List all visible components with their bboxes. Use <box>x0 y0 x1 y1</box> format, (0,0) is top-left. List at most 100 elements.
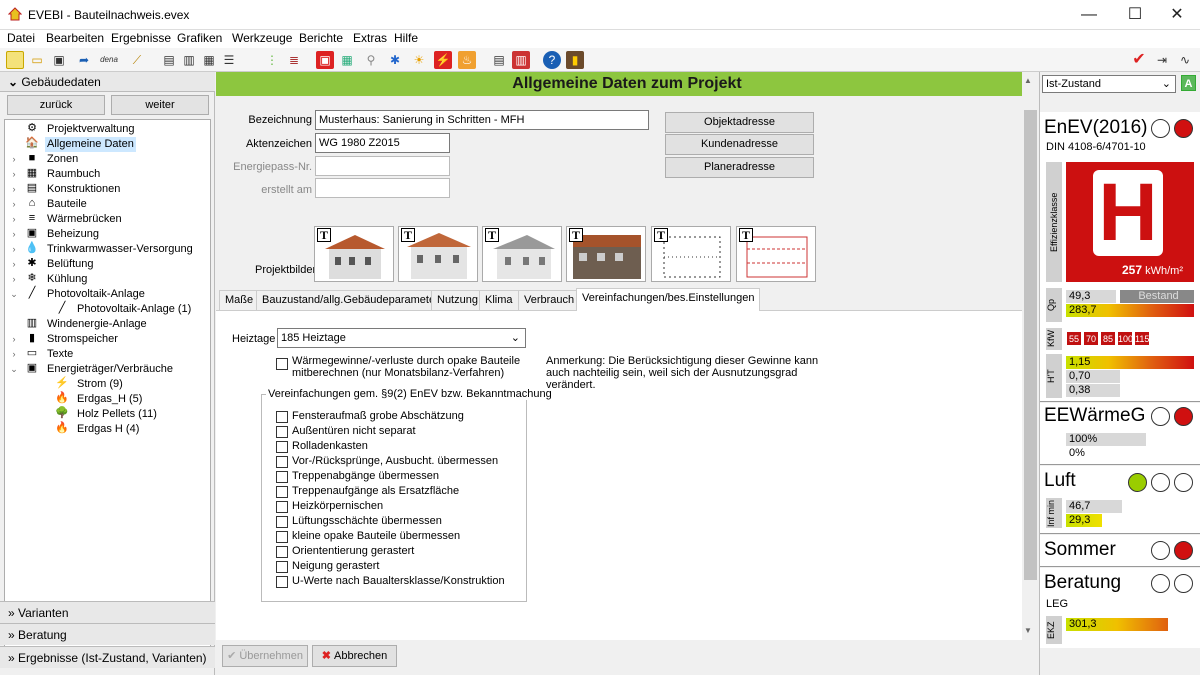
tree-structure-icon[interactable]: ⋮ <box>263 51 281 69</box>
chart-icon[interactable]: ▥ <box>512 51 530 69</box>
document-icon[interactable]: ▤ <box>160 51 178 69</box>
planeradresse-button[interactable]: Planeradresse <box>665 157 814 178</box>
waermegewinne-checkbox[interactable] <box>276 358 288 370</box>
scroll-up-icon[interactable]: ▲ <box>1024 76 1032 85</box>
project-image-4[interactable]: T <box>566 226 646 282</box>
tree-item[interactable]: ⚡ Strom (9) <box>5 377 210 392</box>
objektadresse-button[interactable]: Objektadresse <box>665 112 814 133</box>
tree-expander-icon[interactable]: ⌄ <box>9 362 19 377</box>
menu-datei[interactable]: Datei <box>7 31 35 45</box>
import-icon[interactable]: ⇥ <box>1153 51 1171 69</box>
export-arrow-icon[interactable]: ➦ <box>75 51 93 69</box>
project-image-5[interactable]: T <box>651 226 731 282</box>
simplification-checkbox[interactable] <box>276 471 288 483</box>
bezeichnung-input[interactable]: Musterhaus: Sanierung in Schritten - MFH <box>315 110 649 130</box>
search-icon[interactable]: ⚲ <box>362 51 380 69</box>
bars-icon[interactable]: ≣ <box>285 51 303 69</box>
tree-expander-icon[interactable]: ⌄ <box>9 287 19 302</box>
tree-expander-icon[interactable]: › <box>9 167 19 182</box>
vertical-scrollbar[interactable]: ▲ ▼ <box>1022 72 1039 640</box>
calculator-icon[interactable]: ▮ <box>566 51 584 69</box>
minimize-button[interactable]: — <box>1066 0 1112 30</box>
project-image-3[interactable]: T <box>482 226 562 282</box>
simplification-checkbox[interactable] <box>276 516 288 528</box>
report-icon[interactable]: ▦ <box>200 51 218 69</box>
tree-expander-icon[interactable]: › <box>9 347 19 362</box>
simplification-checkbox[interactable] <box>276 456 288 468</box>
simplification-checkbox[interactable] <box>276 486 288 498</box>
window-red-icon[interactable]: ▣ <box>316 51 334 69</box>
open-folder-icon[interactable]: ▭ <box>28 51 46 69</box>
tree-expander-icon[interactable]: › <box>9 257 19 272</box>
tree-item[interactable]: › ✱ Belüftung <box>5 257 210 272</box>
scroll-down-icon[interactable]: ▼ <box>1024 626 1032 635</box>
sun-icon[interactable]: ☀ <box>410 51 428 69</box>
tree-item[interactable]: ▥ Windenergie-Anlage <box>5 317 210 332</box>
maximize-button[interactable]: ☐ <box>1112 0 1158 30</box>
menu-werkzeuge[interactable]: Werkzeuge <box>232 31 292 45</box>
tree-item[interactable]: 🌳 Holz Pellets (11) <box>5 407 210 422</box>
gebaeudedaten-header[interactable]: ⌄ Gebäudedaten <box>0 72 215 92</box>
project-image-6[interactable]: T <box>736 226 816 282</box>
menu-grafiken[interactable]: Grafiken <box>177 31 222 45</box>
erstellt-input[interactable] <box>315 178 450 198</box>
grid-icon[interactable]: ▦ <box>338 51 356 69</box>
forward-button[interactable]: weiter <box>111 95 209 115</box>
tree-expander-icon[interactable]: › <box>9 212 19 227</box>
simplification-checkbox[interactable] <box>276 411 288 423</box>
menu-extras[interactable]: Extras <box>353 31 387 45</box>
tab-verbrauch[interactable]: Verbrauch <box>518 290 581 310</box>
help-icon[interactable]: ? <box>543 51 561 69</box>
copy-icon[interactable]: ▣ <box>50 51 68 69</box>
list-icon[interactable]: ☰ <box>220 51 238 69</box>
tree-item[interactable]: › ■ Zonen <box>5 152 210 167</box>
simplification-checkbox[interactable] <box>276 546 288 558</box>
menu-berichte[interactable]: Berichte <box>299 31 343 45</box>
energiepass-input[interactable] <box>315 156 450 176</box>
state-badge[interactable]: A <box>1181 75 1196 91</box>
tab-bauzustand[interactable]: Bauzustand/allg.Gebäudeparameter <box>256 290 445 310</box>
tree-item[interactable]: 🔥 Erdgas_H (5) <box>5 392 210 407</box>
project-image-1[interactable]: T <box>314 226 394 282</box>
snowflake-icon[interactable]: ✱ <box>386 51 404 69</box>
uebernehmen-button[interactable]: ✔ Übernehmen <box>222 645 308 667</box>
tree-item[interactable]: › ▦ Raumbuch <box>5 167 210 182</box>
tree-item[interactable]: › ▮ Stromspeicher <box>5 332 210 347</box>
tree-item[interactable]: › ≡ Wärmebrücken <box>5 212 210 227</box>
accordion-ergebnisse[interactable]: » Ergebnisse (Ist-Zustand, Varianten) <box>0 646 215 668</box>
tree-item[interactable]: ╱ Photovoltaik-Anlage (1) <box>5 302 210 317</box>
fire-icon[interactable]: ♨ <box>458 51 476 69</box>
heiztage-select[interactable]: 185 Heiztage ⌄ <box>277 328 526 348</box>
simplification-checkbox[interactable] <box>276 501 288 513</box>
menu-ergebnisse[interactable]: Ergebnisse <box>111 31 171 45</box>
back-button[interactable]: zurück <box>7 95 105 115</box>
simplification-checkbox[interactable] <box>276 426 288 438</box>
tree-expander-icon[interactable]: › <box>9 227 19 242</box>
tree-item[interactable]: › ⌂ Bauteile <box>5 197 210 212</box>
menu-bearbeiten[interactable]: Bearbeiten <box>46 31 104 45</box>
tree-item[interactable]: 🏠 Allgemeine Daten <box>5 137 210 152</box>
accordion-beratung[interactable]: » Beratung <box>0 623 215 645</box>
scroll-thumb[interactable] <box>1024 110 1037 580</box>
tree-item[interactable]: ⌄ ▣ Energieträger/Verbräuche <box>5 362 210 377</box>
tree-item[interactable]: 🔥 Erdgas H (4) <box>5 422 210 437</box>
wand-icon[interactable]: ⟋ <box>128 51 146 69</box>
tree-item[interactable]: › ❄ Kühlung <box>5 272 210 287</box>
simplification-checkbox[interactable] <box>276 576 288 588</box>
state-select[interactable]: Ist-Zustand ⌄ <box>1042 75 1176 93</box>
tree-expander-icon[interactable]: › <box>9 197 19 212</box>
page-icon[interactable]: ▥ <box>180 51 198 69</box>
table-icon[interactable]: ▤ <box>490 51 508 69</box>
tree-expander-icon[interactable]: › <box>9 332 19 347</box>
tree-item[interactable]: ⌄ ╱ Photovoltaik-Anlage <box>5 287 210 302</box>
aktenzeichen-input[interactable]: WG 1980 Z2015 <box>315 133 450 153</box>
tree-expander-icon[interactable]: › <box>9 152 19 167</box>
dena-icon[interactable]: dena <box>96 51 122 69</box>
tree-item[interactable]: › 💧 Trinkwarmwasser-Versorgung <box>5 242 210 257</box>
tree-item[interactable]: ⚙ Projektverwaltung <box>5 122 210 137</box>
abbrechen-button[interactable]: ✖ Abbrechen <box>312 645 397 667</box>
tree-item[interactable]: › ▭ Texte <box>5 347 210 362</box>
tree-expander-icon[interactable]: › <box>9 272 19 287</box>
close-button[interactable]: ✕ <box>1154 0 1200 30</box>
simplification-checkbox[interactable] <box>276 561 288 573</box>
